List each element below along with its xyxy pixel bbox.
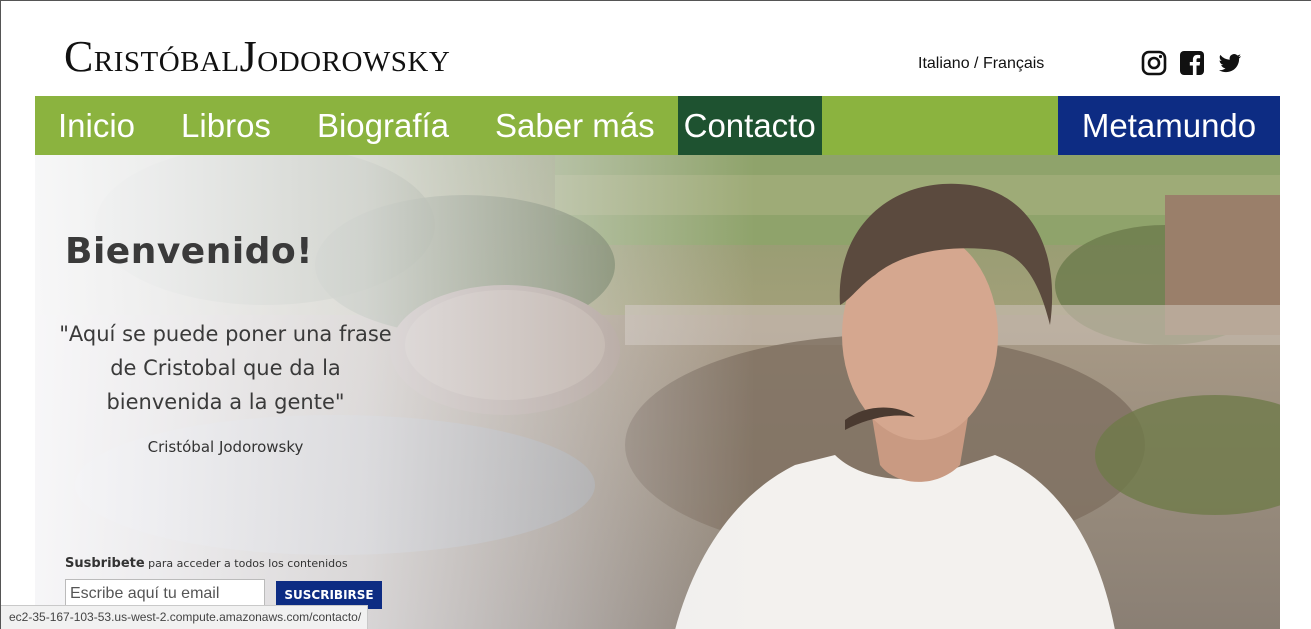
nav-item-metamundo[interactable]: Metamundo: [1058, 96, 1280, 155]
browser-status-bar: ec2-35-167-103-53.us-west-2.compute.amaz…: [1, 605, 369, 629]
facebook-icon[interactable]: [1179, 50, 1205, 76]
lang-francais-link[interactable]: Français: [983, 55, 1044, 72]
twitter-icon[interactable]: [1217, 50, 1243, 76]
nav-item-inicio[interactable]: Inicio: [35, 96, 158, 155]
nav-item-biografia[interactable]: Biografía: [294, 96, 472, 155]
hero-quote-author: Cristóbal Jodorowsky: [147, 438, 304, 456]
subscribe-label-bold: Susbribete: [65, 556, 145, 571]
nav-item-contacto[interactable]: Contacto: [677, 96, 822, 155]
language-switcher: Italiano / Français: [918, 55, 1044, 73]
logo-initial-c: C: [64, 32, 94, 81]
logo-text-last: ODOROWSKY: [257, 46, 451, 78]
lang-italiano-link[interactable]: Italiano: [918, 55, 970, 72]
subscribe-label-rest: para acceder a todos los contenidos: [144, 557, 348, 570]
social-links: [1141, 50, 1243, 76]
instagram-icon[interactable]: [1141, 50, 1167, 76]
logo-initial-j: J: [239, 32, 258, 81]
lang-separator: /: [969, 55, 983, 72]
site-logo[interactable]: CRISTÓBALJODOROWSKY: [64, 35, 451, 79]
site-header: CRISTÓBALJODOROWSKY Italiano / Français: [1, 1, 1311, 96]
nav-item-libros[interactable]: Libros: [158, 96, 294, 155]
hero-quote: "Aquí se puede poner una frase de Cristo…: [59, 322, 392, 414]
hero-title: Bienvenido!: [65, 231, 314, 272]
logo-text-first: RISTÓBAL: [93, 46, 240, 78]
nav-item-saber-mas[interactable]: Saber más: [472, 96, 678, 155]
main-navigation: Inicio Libros Biografía Saber más Contac…: [35, 96, 1280, 155]
subscribe-label: Susbribete para acceder a todos los cont…: [65, 556, 348, 571]
